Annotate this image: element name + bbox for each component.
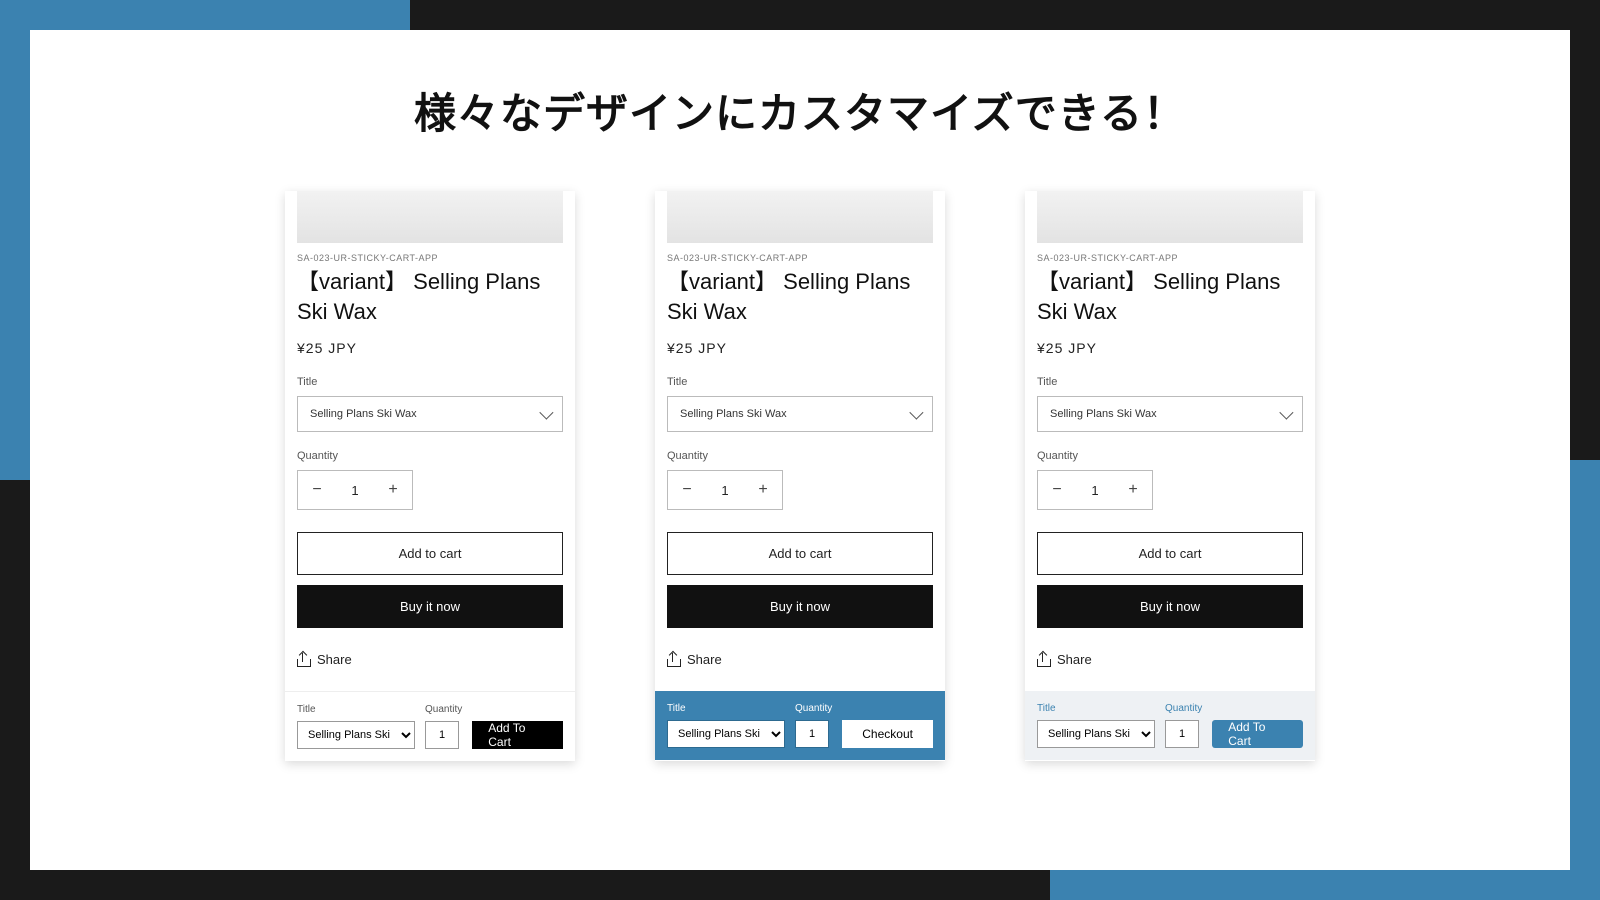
vendor-label: SA-023-UR-STICKY-CART-APP	[297, 253, 563, 263]
quantity-stepper: − 1 +	[667, 470, 783, 510]
sticky-qty-label: Quantity	[425, 704, 462, 715]
decor-bar	[1570, 0, 1600, 460]
qty-decrement-button[interactable]: −	[668, 471, 706, 509]
vendor-label: SA-023-UR-STICKY-CART-APP	[667, 253, 933, 263]
share-icon	[667, 653, 679, 667]
decor-bar	[1050, 870, 1600, 900]
share-label: Share	[1057, 652, 1092, 667]
qty-value: 1	[706, 471, 744, 509]
variant-select[interactable]: Selling Plans Ski Wax	[1037, 396, 1303, 432]
variant-label: Title	[667, 376, 933, 388]
variant-value: Selling Plans Ski Wax	[1050, 408, 1157, 420]
sticky-qty-input[interactable]	[425, 721, 459, 749]
sticky-qty-input[interactable]	[795, 720, 829, 748]
qty-decrement-button[interactable]: −	[1038, 471, 1076, 509]
variant-select[interactable]: Selling Plans Ski Wax	[667, 396, 933, 432]
product-image	[297, 191, 563, 243]
product-image	[667, 191, 933, 243]
qty-increment-button[interactable]: +	[374, 471, 412, 509]
vendor-label: SA-023-UR-STICKY-CART-APP	[1037, 253, 1303, 263]
add-to-cart-button[interactable]: Add to cart	[1037, 532, 1303, 575]
qty-decrement-button[interactable]: −	[298, 471, 336, 509]
quantity-label: Quantity	[667, 450, 933, 462]
sticky-variant-select[interactable]: Selling Plans Ski	[297, 721, 415, 749]
chevron-down-icon	[909, 406, 923, 420]
sticky-qty-label: Quantity	[795, 703, 832, 714]
chevron-down-icon	[1279, 406, 1293, 420]
sticky-cart-bar: Title Selling Plans Ski Quantity Checkou…	[655, 691, 945, 760]
share-icon	[297, 653, 309, 667]
qty-increment-button[interactable]: +	[1114, 471, 1152, 509]
product-title: 【variant】 Selling Plans Ski Wax	[297, 267, 563, 326]
sticky-qty-input[interactable]	[1165, 720, 1199, 748]
decor-bar	[1570, 460, 1600, 900]
product-card: SA-023-UR-STICKY-CART-APP 【variant】 Sell…	[655, 191, 945, 761]
variant-label: Title	[297, 376, 563, 388]
qty-value: 1	[336, 471, 374, 509]
product-image	[1037, 191, 1303, 243]
quantity-stepper: − 1 +	[297, 470, 413, 510]
variant-select[interactable]: Selling Plans Ski Wax	[297, 396, 563, 432]
share-icon	[1037, 653, 1049, 667]
product-title: 【variant】 Selling Plans Ski Wax	[667, 267, 933, 326]
share-label: Share	[687, 652, 722, 667]
qty-increment-button[interactable]: +	[744, 471, 782, 509]
decor-bar	[0, 870, 1050, 900]
variant-label: Title	[1037, 376, 1303, 388]
product-price: ¥25 JPY	[297, 340, 563, 356]
sticky-variant-label: Title	[297, 704, 415, 715]
qty-value: 1	[1076, 471, 1114, 509]
add-to-cart-button[interactable]: Add to cart	[667, 532, 933, 575]
quantity-stepper: − 1 +	[1037, 470, 1153, 510]
sticky-variant-select[interactable]: Selling Plans Ski	[1037, 720, 1155, 748]
sticky-cta-button[interactable]: Add To Cart	[472, 721, 563, 749]
quantity-label: Quantity	[1037, 450, 1303, 462]
share-button[interactable]: Share	[297, 638, 563, 691]
product-price: ¥25 JPY	[667, 340, 933, 356]
decor-bar	[0, 0, 410, 30]
sticky-cta-button[interactable]: Checkout	[842, 720, 933, 748]
decor-bar	[410, 0, 1600, 30]
decor-bar	[0, 0, 30, 480]
variant-value: Selling Plans Ski Wax	[680, 408, 787, 420]
sticky-cta-button[interactable]: Add To Cart	[1212, 720, 1303, 748]
buy-now-button[interactable]: Buy it now	[667, 585, 933, 628]
share-label: Share	[317, 652, 352, 667]
sticky-variant-select[interactable]: Selling Plans Ski	[667, 720, 785, 748]
share-button[interactable]: Share	[667, 638, 933, 691]
variant-value: Selling Plans Ski Wax	[310, 408, 417, 420]
product-card: SA-023-UR-STICKY-CART-APP 【variant】 Sell…	[285, 191, 575, 761]
buy-now-button[interactable]: Buy it now	[297, 585, 563, 628]
sticky-variant-label: Title	[667, 703, 785, 714]
chevron-down-icon	[539, 406, 553, 420]
add-to-cart-button[interactable]: Add to cart	[297, 532, 563, 575]
content-area: 様々なデザインにカスタマイズできる！ SA-023-UR-STICKY-CART…	[30, 30, 1570, 870]
decor-bar	[0, 480, 30, 900]
share-button[interactable]: Share	[1037, 638, 1303, 691]
product-title: 【variant】 Selling Plans Ski Wax	[1037, 267, 1303, 326]
quantity-label: Quantity	[297, 450, 563, 462]
sticky-cart-bar: Title Selling Plans Ski Quantity Add To …	[285, 691, 575, 761]
sticky-qty-label: Quantity	[1165, 703, 1202, 714]
cards-row: SA-023-UR-STICKY-CART-APP 【variant】 Sell…	[80, 191, 1520, 761]
headline: 様々なデザインにカスタマイズできる！	[80, 80, 1520, 141]
product-card: SA-023-UR-STICKY-CART-APP 【variant】 Sell…	[1025, 191, 1315, 761]
buy-now-button[interactable]: Buy it now	[1037, 585, 1303, 628]
product-price: ¥25 JPY	[1037, 340, 1303, 356]
sticky-variant-label: Title	[1037, 703, 1155, 714]
sticky-cart-bar: Title Selling Plans Ski Quantity Add To …	[1025, 691, 1315, 760]
